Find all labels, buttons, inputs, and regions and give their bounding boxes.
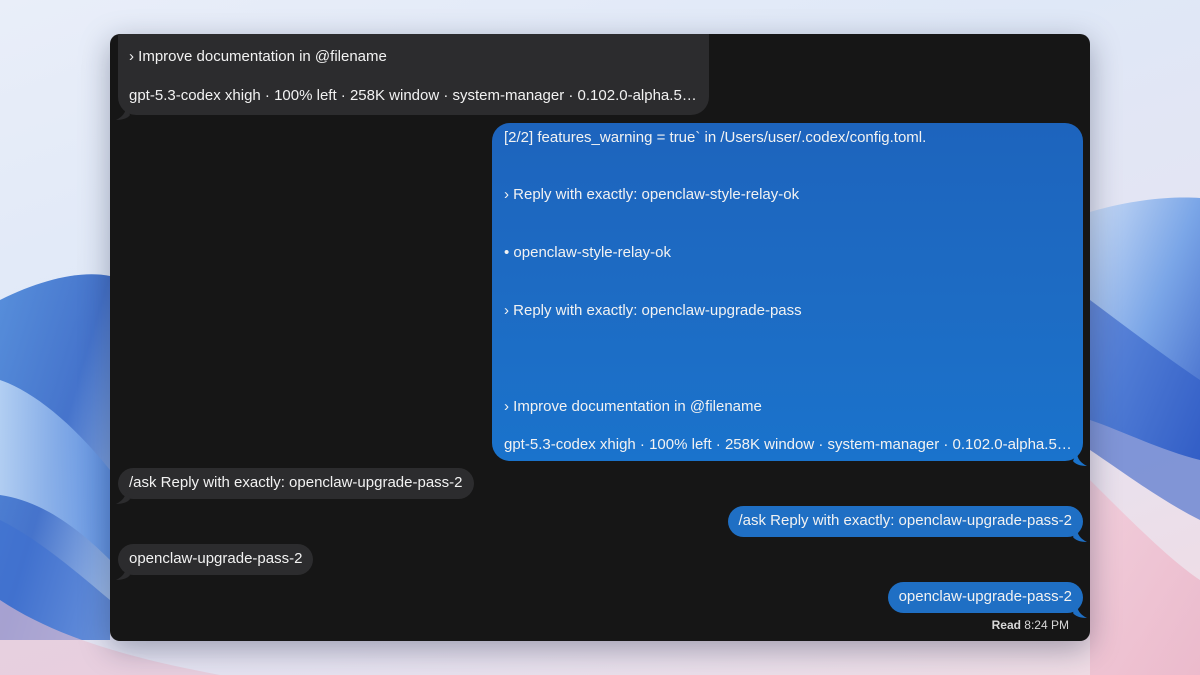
desktop-background: › Improve documentation in @filename gpt… <box>0 0 1200 675</box>
bubble-tail-icon <box>1073 452 1087 466</box>
message-line: › Improve documentation in @filename <box>129 48 387 65</box>
message-bubble-outgoing[interactable]: openclaw-upgrade-pass-2 <box>887 582 1087 618</box>
message-bubble-incoming[interactable]: › Improve documentation in @filename gpt… <box>116 34 709 120</box>
message-line: gpt-5.3-codex xhigh · 100% left · 258K w… <box>129 87 699 104</box>
read-time: 8:24 PM <box>1024 618 1069 632</box>
message-bubble-outgoing[interactable]: [2/2] features_warning = true` in /Users… <box>492 123 1087 466</box>
message-text: openclaw-upgrade-pass-2 <box>898 588 1072 605</box>
message-line: › Improve documentation in @filename <box>504 398 762 415</box>
bubble-tail-icon <box>1073 604 1087 618</box>
message-bubble-outgoing[interactable]: /ask Reply with exactly: openclaw-upgrad… <box>727 506 1087 542</box>
message-line: › Reply with exactly: openclaw-upgrade-p… <box>504 302 802 319</box>
message-line: › Reply with exactly: openclaw-style-rel… <box>504 186 800 203</box>
message-text: /ask Reply with exactly: openclaw-upgrad… <box>738 512 1073 529</box>
message-line: • openclaw-style-relay-ok <box>504 244 671 261</box>
message-text: openclaw-upgrade-pass-2 <box>129 550 303 567</box>
message-line: [2/2] features_warning = true` in /Users… <box>504 129 927 146</box>
message-text: /ask Reply with exactly: openclaw-upgrad… <box>129 474 463 491</box>
message-bubble-incoming[interactable]: /ask Reply with exactly: openclaw-upgrad… <box>116 468 474 504</box>
messages-window: › Improve documentation in @filename gpt… <box>110 34 1090 641</box>
read-receipt: Read 8:24 PM <box>992 618 1069 632</box>
read-label: Read <box>991 618 1021 632</box>
message-line: gpt-5.3-codex xhigh · 100% left · 258K w… <box>504 436 1074 453</box>
bubble-tail-icon <box>116 106 130 120</box>
message-bubble-incoming[interactable]: openclaw-upgrade-pass-2 <box>116 544 314 580</box>
bubble-tail-icon <box>116 566 130 580</box>
bubble-tail-icon <box>116 490 130 504</box>
bubble-tail-icon <box>1073 528 1087 542</box>
